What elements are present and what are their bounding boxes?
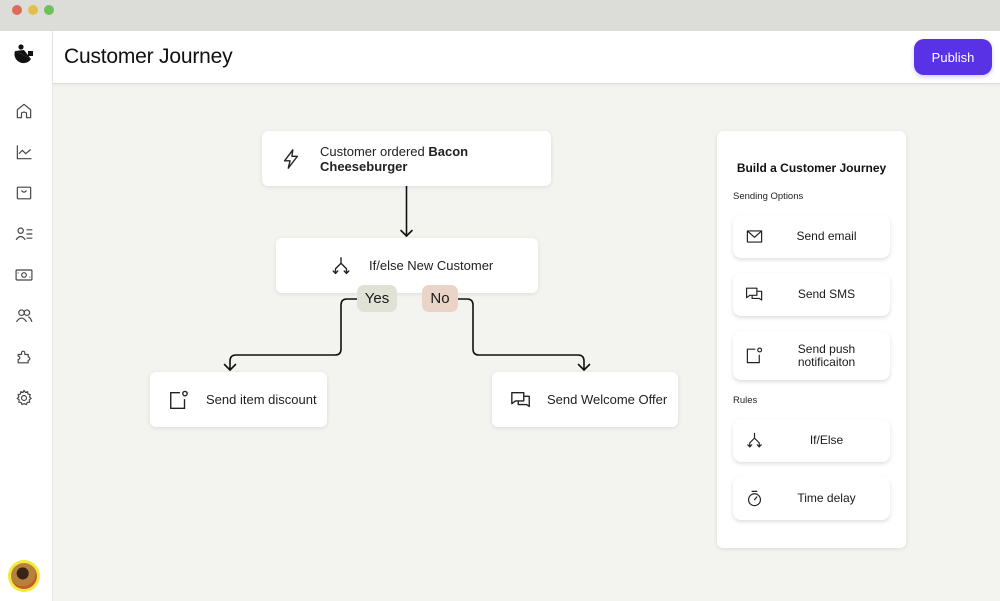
action-node-send-welcome-offer[interactable]: Send Welcome Offer <box>492 372 678 427</box>
sidebar-item-home[interactable] <box>12 99 36 123</box>
option-send-push-notification[interactable]: Send push notificaiton <box>733 331 890 380</box>
sidebar-item-settings[interactable] <box>12 386 36 410</box>
sidebar-item-analytics[interactable] <box>12 140 36 164</box>
window-maximize-button[interactable] <box>44 5 54 15</box>
user-list-icon <box>15 227 33 241</box>
gear-icon <box>16 389 32 406</box>
chat-bubbles-icon <box>745 285 764 304</box>
option-label: Send SMS <box>797 287 856 301</box>
option-if-else[interactable]: If/Else <box>733 419 890 462</box>
home-icon <box>16 103 32 119</box>
sidebar-item-payments[interactable] <box>12 263 36 287</box>
trigger-label: Customer ordered Bacon Cheeseburger <box>320 143 469 174</box>
option-send-sms[interactable]: Send SMS <box>733 273 890 316</box>
option-label: Send push notificaiton <box>797 341 856 369</box>
option-label: If/Else <box>809 433 844 447</box>
page-title: Customer Journey <box>64 45 233 68</box>
push-notification-icon <box>168 389 190 411</box>
sidebar-item-contacts[interactable] <box>12 222 36 246</box>
option-send-email[interactable]: Send email <box>733 215 890 258</box>
yes-branch-label[interactable]: Yes <box>357 285 397 312</box>
window-close-button[interactable] <box>12 5 22 15</box>
sidebar-item-integrations[interactable] <box>12 345 36 369</box>
sidebar-item-audience[interactable] <box>12 304 36 328</box>
puzzle-icon <box>17 350 31 364</box>
trigger-node[interactable]: Customer ordered Bacon Cheeseburger <box>262 131 551 186</box>
sidebar <box>0 31 53 601</box>
split-arrows-icon <box>745 431 764 450</box>
publish-button[interactable]: Publish <box>914 39 992 75</box>
rules-label: Rules <box>733 395 758 406</box>
page-header: Customer Journey Publish <box>53 31 1000 84</box>
arrowhead-yes <box>223 363 237 371</box>
sending-options-label: Sending Options <box>733 191 804 202</box>
users-icon <box>16 309 33 323</box>
panel-title: Build a Customer Journey <box>736 161 887 175</box>
condition-label: If/else New Customer <box>369 258 494 273</box>
connector-no-branch <box>457 298 585 371</box>
journey-builder-panel: Build a Customer Journey Sending Options… <box>717 131 906 548</box>
chat-bubbles-icon <box>510 389 532 411</box>
option-label: Send email <box>796 229 857 243</box>
chart-line-icon <box>16 145 32 160</box>
no-branch-label[interactable]: No <box>422 285 458 312</box>
shopping-bag-icon <box>16 186 32 200</box>
connector-yes-branch <box>229 298 358 371</box>
avatar-photo <box>11 563 37 589</box>
user-avatar[interactable] <box>8 560 40 592</box>
action-node-send-item-discount[interactable]: Send item discount <box>150 372 327 427</box>
option-time-delay[interactable]: Time delay <box>733 477 890 520</box>
split-arrows-icon <box>330 255 352 277</box>
condition-node[interactable]: If/else New Customer <box>276 238 538 293</box>
arrowhead-no <box>577 363 591 371</box>
option-label: Time delay <box>797 491 856 505</box>
push-notification-icon <box>745 346 764 365</box>
sidebar-item-shop[interactable] <box>12 181 36 205</box>
journey-canvas: Customer ordered Bacon Cheeseburger If/e… <box>53 85 1000 601</box>
action-label: Send item discount <box>206 392 317 407</box>
envelope-icon <box>745 227 764 246</box>
window-minimize-button[interactable] <box>28 5 38 15</box>
action-label: Send Welcome Offer <box>547 392 668 407</box>
money-icon <box>15 269 33 281</box>
lightning-icon <box>280 148 302 170</box>
brand-logo[interactable] <box>12 42 36 66</box>
stopwatch-icon <box>745 489 764 508</box>
arrowhead-condition <box>400 229 413 237</box>
window-titlebar <box>0 0 1000 31</box>
